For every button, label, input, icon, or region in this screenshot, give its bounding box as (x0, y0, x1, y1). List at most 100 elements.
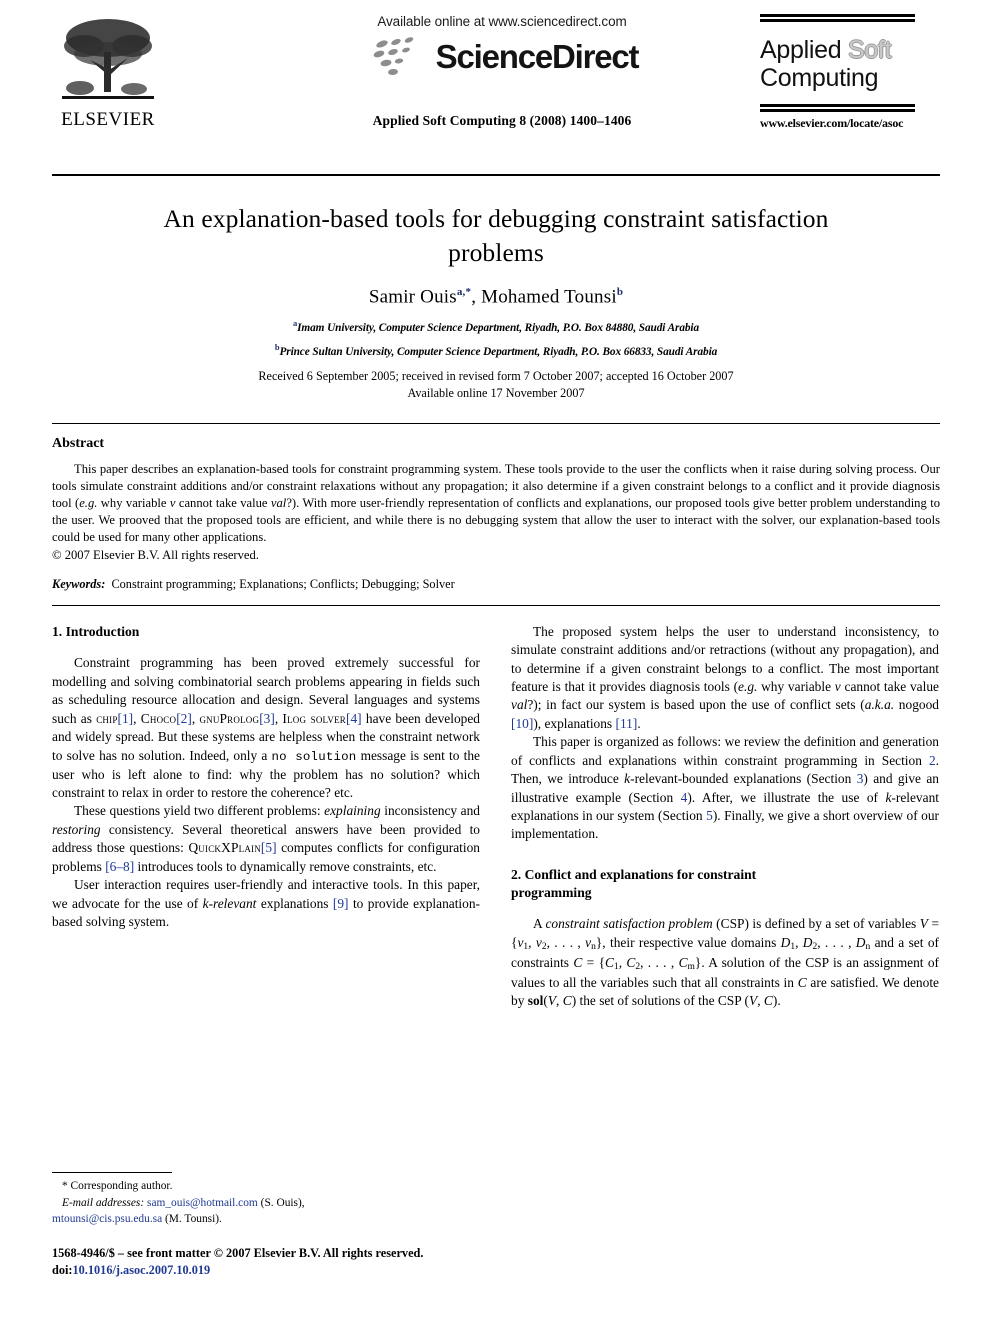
math-C1: C (605, 954, 614, 970)
section-link-5[interactable]: 5 (706, 808, 713, 823)
citation-9[interactable]: [9] (333, 896, 349, 911)
author-separator: , (471, 286, 482, 308)
abstract-text: This paper describes an explanation-base… (52, 461, 940, 546)
footnote-block: * Corresponding author. E-mail addresses… (52, 1172, 480, 1227)
system-gnuprolog: gnuProlog (199, 710, 260, 726)
math-D1: D (780, 934, 791, 950)
elsevier-tree-icon (60, 12, 156, 108)
doi-value[interactable]: 10.1016/j.asoc.2007.10.019 (73, 1263, 211, 1277)
right-p2-e: ). After, we illustrate the use of (687, 789, 886, 805)
abstract-part-2: why variable (97, 496, 170, 511)
intro-p2-b: inconsistency and (380, 803, 480, 819)
citation-5[interactable]: [5] (261, 840, 277, 855)
right-p2-c: -relevant-bounded explanations (Section (630, 771, 857, 787)
math-v2: , v (528, 934, 542, 950)
system-choco: Choco (140, 710, 177, 726)
journal-title: Applied Soft Computing (760, 36, 940, 92)
system-chip: chip (96, 710, 118, 726)
citation-10[interactable]: [10] (511, 716, 533, 731)
math-sol: sol (527, 993, 544, 1009)
right-p3-h: . (777, 993, 781, 1009)
journal-rule-top (760, 14, 915, 22)
elsevier-wordmark: ELSEVIER (61, 109, 155, 130)
paragraph-right-2: This paper is organized as follows: we r… (511, 733, 939, 844)
math-dots-D: , . . . , (817, 934, 856, 950)
right-val: val (511, 697, 528, 713)
math-eq2: = { (582, 954, 605, 970)
keywords-label: Keywords: (52, 576, 106, 591)
abstract-section: Abstract This paper describes an explana… (52, 424, 940, 592)
doi-line: doi:10.1016/j.asoc.2007.10.019 (52, 1262, 572, 1279)
citation-2[interactable]: [2] (176, 711, 192, 726)
journal-logo: Applied Soft Computing www.elsevier.com/… (760, 14, 940, 131)
math-C: C (573, 954, 583, 970)
author-2-marker: b (616, 286, 624, 299)
math-VC-V: V (749, 993, 758, 1009)
journal-title-applied: Applied (760, 36, 848, 64)
citation-11[interactable]: [11] (616, 716, 638, 731)
math-V: V (919, 916, 928, 932)
right-p3-g: the set of solutions of the CSP (576, 993, 745, 1009)
sciencedirect-swoosh-icon (373, 37, 413, 76)
math-sol-comma: , (556, 993, 563, 1009)
emph-k-relevant: k-relevant (202, 895, 257, 911)
right-p3-c: , their respective value domains (602, 934, 781, 950)
sciencedirect-block: Available online at www.sciencedirect.co… (292, 14, 712, 129)
emph-explaining: explaining (324, 803, 381, 819)
journal-url[interactable]: www.elsevier.com/locate/asoc (760, 116, 940, 131)
math-VC-C: C (763, 993, 773, 1009)
intro-p3-b: explanations (256, 895, 333, 911)
keywords-line: Keywords: Constraint programming; Explan… (52, 577, 940, 592)
tree-svg (60, 12, 156, 108)
section-link-2[interactable]: 2 (929, 753, 936, 768)
email-link-1[interactable]: sam_ouis@hotmail.com (147, 1197, 258, 1209)
right-aka: a.k.a. (864, 697, 895, 713)
math-VC-comma: , (757, 993, 764, 1009)
emph-restoring: restoring (52, 821, 101, 837)
intro-p2-e: introduces tools to dynamically remove c… (134, 858, 437, 874)
available-online-text: Available online at www.sciencedirect.co… (377, 14, 627, 29)
front-matter-line: 1568-4946/$ – see front matter © 2007 El… (52, 1245, 424, 1260)
affiliation-1: aImam University, Computer Science Depar… (52, 318, 940, 334)
intro-p2-a: These questions yield two different prob… (74, 803, 325, 819)
abstract-eg: e.g. (79, 496, 98, 511)
footnote-corresponding-text: Corresponding author. (67, 1180, 173, 1193)
email-link-2[interactable]: mtounsi@cis.psu.edu.sa (52, 1213, 162, 1225)
abstract-heading: Abstract (52, 436, 105, 452)
doi-label: doi: (52, 1262, 73, 1277)
masthead: ELSEVIER Available online at www.science… (52, 0, 940, 164)
title-block: An explanation-based tools for debugging… (52, 176, 940, 401)
citation-1[interactable]: [1] (118, 711, 134, 726)
page-title: An explanation-based tools for debugging… (163, 204, 829, 267)
abstract-part-3: cannot take value (175, 496, 271, 511)
abstract-copyright: © 2007 Elsevier B.V. All rights reserved… (52, 547, 259, 562)
affiliation-2-text: Prince Sultan University, Computer Scien… (279, 346, 718, 359)
footnote-email-line-2: mtounsi@cis.psu.edu.sa (M. Tounsi). (52, 1211, 480, 1227)
footnote-rule (52, 1172, 172, 1174)
section-heading-conflict: 2. Conflict and explanations for constra… (511, 866, 939, 901)
math-Cm: C (678, 954, 688, 970)
left-column: 1. Introduction Constraint programming h… (52, 623, 480, 1011)
author-name-2: Mohamed Tounsi (481, 286, 617, 308)
publisher-footer: 1568-4946/$ – see front matter © 2007 El… (52, 1245, 572, 1279)
paragraph-right-1: The proposed system helps the user to un… (511, 623, 939, 734)
email-owner-1: (S. Ouis), (257, 1196, 305, 1209)
paragraph-intro-3: User interaction requires user-friendly … (52, 876, 480, 931)
citation-6-8[interactable]: [6–8] (105, 859, 134, 874)
citation-4[interactable]: [4] (346, 711, 362, 726)
citation-3[interactable]: [3] (259, 711, 275, 726)
conflict-heading-line-1: 2. Conflict and explanations for constra… (511, 866, 757, 882)
right-p1-b: why variable (757, 679, 835, 695)
right-p1-c: cannot take value (840, 679, 939, 695)
paragraph-intro-2: These questions yield two different prob… (52, 802, 480, 876)
math-sol-V: V (547, 993, 557, 1009)
right-column: The proposed system helps the user to un… (511, 623, 939, 1011)
abstract-val: val (270, 496, 287, 511)
right-p1-g: . (637, 715, 641, 731)
right-p1-d: ?); in fact our system is based upon the… (527, 697, 865, 713)
right-p1-e: nogood (894, 697, 939, 713)
emph-csp-definition: constraint satisfaction problem (545, 916, 713, 932)
system-ilog-solver: Ilog solver (282, 710, 347, 726)
journal-citation: Applied Soft Computing 8 (2008) 1400–140… (372, 113, 632, 128)
right-eg: e.g. (738, 679, 758, 695)
